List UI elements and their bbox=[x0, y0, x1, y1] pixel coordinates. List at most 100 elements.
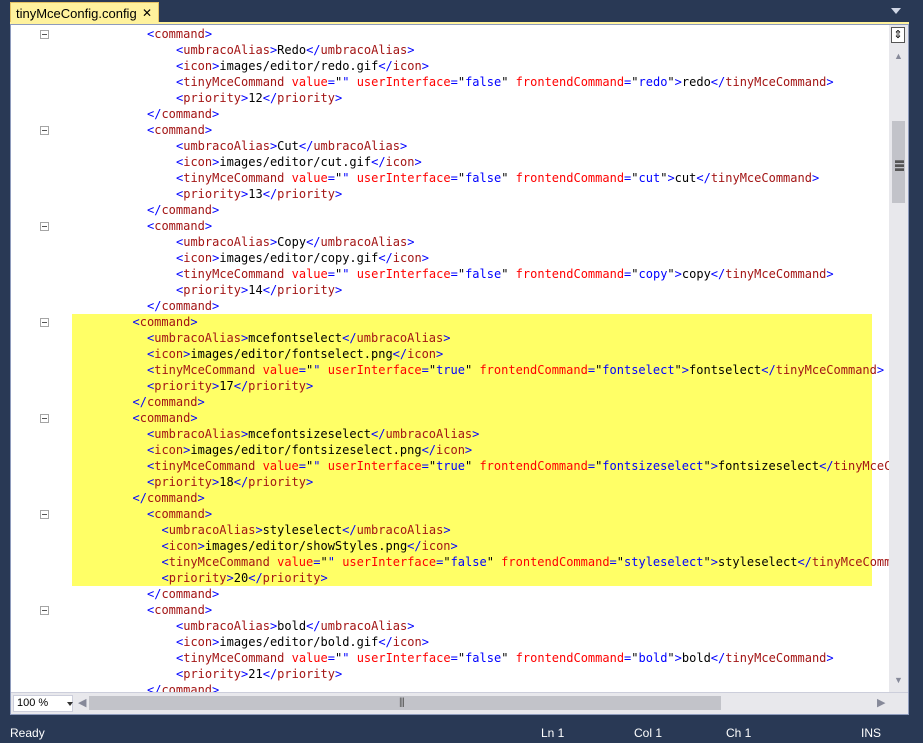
code-line[interactable]: <icon>images/editor/fontselect.png</icon… bbox=[11, 346, 890, 362]
code-line[interactable]: <umbracoAlias>bold</umbracoAlias> bbox=[11, 618, 890, 634]
xml-token bbox=[349, 651, 356, 665]
collapse-icon[interactable] bbox=[40, 606, 49, 615]
vertical-scrollbar[interactable]: ⇕ ▲ ▬ ▬ ▬ ▼ bbox=[889, 25, 908, 692]
code-line[interactable]: <priority>13</priority> bbox=[11, 186, 890, 202]
xml-token: userInterface bbox=[327, 459, 422, 473]
code-line[interactable]: <umbracoAlias>Copy</umbracoAlias> bbox=[11, 234, 890, 250]
code-editor[interactable]: <command> <umbracoAlias>Redo</umbracoAlia… bbox=[10, 24, 909, 715]
scroll-up-icon[interactable]: ▲ bbox=[894, 51, 903, 61]
code-line[interactable]: </command> bbox=[11, 682, 890, 692]
xml-token: </ bbox=[342, 523, 357, 537]
xml-token: > bbox=[197, 539, 205, 553]
xml-token: false bbox=[465, 75, 502, 89]
code-line-text: </command> bbox=[133, 394, 205, 410]
scroll-down-icon[interactable]: ▼ bbox=[894, 675, 903, 685]
code-line[interactable]: <umbracoAlias>Redo</umbracoAlias> bbox=[11, 42, 890, 58]
xml-token: > bbox=[464, 443, 473, 457]
code-line[interactable]: <tinyMceCommand value="" userInterface="… bbox=[11, 554, 890, 570]
code-line[interactable]: <command> bbox=[11, 218, 890, 234]
code-line-text: <tinyMceCommand value="" userInterface="… bbox=[162, 554, 891, 570]
xml-token: umbracoAlias bbox=[183, 235, 270, 249]
code-line[interactable]: <priority>20</priority> bbox=[11, 570, 890, 586]
xml-token: icon bbox=[183, 251, 213, 265]
code-line[interactable]: <command> bbox=[11, 122, 890, 138]
code-line[interactable]: <priority>18</priority> bbox=[11, 474, 890, 490]
horizontal-scroll-thumb[interactable]: ||| bbox=[89, 696, 721, 710]
collapse-icon[interactable] bbox=[40, 414, 49, 423]
code-line[interactable]: <icon>images/editor/copy.gif</icon> bbox=[11, 250, 890, 266]
code-line[interactable]: </command> bbox=[11, 298, 890, 314]
code-line[interactable]: <priority>21</priority> bbox=[11, 666, 890, 682]
scroll-left-icon[interactable]: ◀ bbox=[78, 696, 86, 709]
code-line-text: <tinyMceCommand value="" userInterface="… bbox=[147, 458, 890, 474]
xml-token: > bbox=[407, 619, 415, 633]
code-line[interactable]: <command> bbox=[11, 506, 890, 522]
scroll-right-icon[interactable]: ▶ bbox=[877, 696, 885, 709]
tab-tinymceconfig[interactable]: tinyMceConfig.config ✕ bbox=[10, 2, 159, 24]
code-line[interactable]: <icon>images/editor/redo.gif</icon> bbox=[11, 58, 890, 74]
code-line-text: <tinyMceCommand value="" userInterface="… bbox=[147, 362, 884, 378]
code-line[interactable]: <icon>images/editor/cut.gif</icon> bbox=[11, 154, 890, 170]
status-column: Col 1 bbox=[634, 726, 663, 740]
code-line-text: <priority>18</priority> bbox=[147, 474, 313, 490]
code-line[interactable]: <umbracoAlias>styleselect</umbracoAlias> bbox=[11, 522, 890, 538]
status-insert-mode: INS bbox=[861, 726, 882, 740]
xml-token: " bbox=[667, 75, 675, 89]
code-line[interactable]: </command> bbox=[11, 106, 890, 122]
code-line[interactable]: </command> bbox=[11, 586, 890, 602]
tab-list-dropdown-icon[interactable] bbox=[891, 8, 901, 14]
xml-token: </ bbox=[147, 683, 162, 692]
code-line[interactable]: <tinyMceCommand value="" userInterface="… bbox=[11, 74, 890, 90]
code-line[interactable]: <icon>images/editor/fontsizeselect.png</… bbox=[11, 442, 890, 458]
code-line[interactable]: <tinyMceCommand value="" userInterface="… bbox=[11, 362, 890, 378]
xml-token: > bbox=[472, 427, 480, 441]
collapse-icon[interactable] bbox=[40, 510, 49, 519]
split-window-icon[interactable]: ⇕ bbox=[891, 27, 905, 43]
collapse-icon[interactable] bbox=[40, 222, 49, 231]
xml-token: > bbox=[212, 299, 220, 313]
xml-token: < bbox=[132, 411, 140, 425]
code-line[interactable]: </command> bbox=[11, 394, 890, 410]
code-line[interactable]: <command> bbox=[11, 410, 890, 426]
code-line[interactable]: <priority>12</priority> bbox=[11, 90, 890, 106]
code-line[interactable]: <command> bbox=[11, 26, 890, 42]
collapse-icon[interactable] bbox=[40, 126, 49, 135]
code-line[interactable]: </command> bbox=[11, 202, 890, 218]
code-line[interactable]: <tinyMceCommand value="" userInterface="… bbox=[11, 650, 890, 666]
code-line[interactable]: <priority>14</priority> bbox=[11, 282, 890, 298]
xml-token: > bbox=[710, 459, 718, 473]
xml-token: command bbox=[161, 299, 213, 313]
xml-token: umbracoAlias bbox=[154, 331, 241, 345]
code-line[interactable]: <command> bbox=[11, 602, 890, 618]
xml-token: > bbox=[443, 331, 451, 345]
xml-token: > bbox=[204, 507, 213, 521]
code-line[interactable]: <tinyMceCommand value="" userInterface="… bbox=[11, 458, 890, 474]
vertical-scroll-thumb[interactable]: ▬ ▬ ▬ bbox=[892, 121, 905, 203]
xml-token: > bbox=[212, 587, 220, 601]
close-icon[interactable]: ✕ bbox=[140, 6, 154, 20]
code-line[interactable]: <icon>images/editor/showStyles.png</icon… bbox=[11, 538, 890, 554]
code-line[interactable]: <umbracoAlias>mcefontsizeselect</umbraco… bbox=[11, 426, 890, 442]
code-line-text: <command> bbox=[147, 506, 212, 522]
code-line[interactable]: <icon>images/editor/bold.gif</icon> bbox=[11, 634, 890, 650]
code-line[interactable]: </command> bbox=[11, 490, 890, 506]
xml-token: umbracoAlias bbox=[320, 235, 408, 249]
collapse-icon[interactable] bbox=[40, 30, 49, 39]
code-line-text: </command> bbox=[147, 586, 219, 602]
xml-token: > bbox=[826, 75, 834, 89]
collapse-icon[interactable] bbox=[40, 318, 49, 327]
xml-token: userInterface bbox=[342, 555, 437, 569]
code-line[interactable]: <priority>17</priority> bbox=[11, 378, 890, 394]
code-line[interactable]: <umbracoAlias>mcefontselect</umbracoAlia… bbox=[11, 330, 890, 346]
code-line[interactable]: <tinyMceCommand value="" userInterface="… bbox=[11, 170, 890, 186]
code-line[interactable]: <command> bbox=[11, 314, 890, 330]
zoom-select[interactable]: 100 % bbox=[13, 695, 73, 712]
code-text-area[interactable]: <command> <umbracoAlias>Redo</umbracoAlia… bbox=[11, 25, 890, 692]
code-line[interactable]: <umbracoAlias>Cut</umbracoAlias> bbox=[11, 138, 890, 154]
xml-token: false bbox=[465, 267, 502, 281]
code-line[interactable]: <tinyMceCommand value="" userInterface="… bbox=[11, 266, 890, 282]
code-line-text: <command> bbox=[133, 410, 198, 426]
xml-token: " bbox=[428, 363, 437, 377]
chevron-down-icon[interactable] bbox=[67, 702, 73, 706]
xml-token bbox=[320, 459, 327, 473]
